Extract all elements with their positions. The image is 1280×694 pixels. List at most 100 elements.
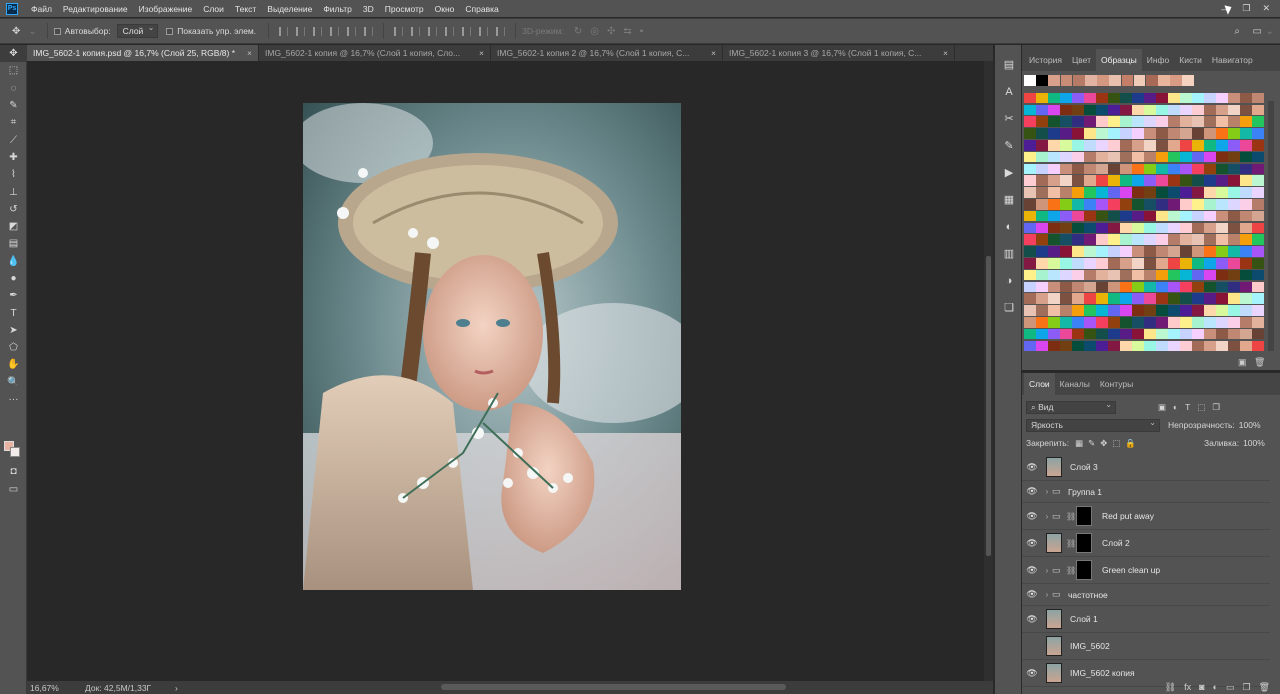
color-swatch[interactable] [1024,151,1036,163]
color-swatch[interactable] [1048,281,1060,293]
screen-mode-icon[interactable]: ▭ [0,481,27,498]
color-swatch[interactable] [1180,222,1192,234]
color-swatch[interactable] [1024,316,1036,328]
color-swatch[interactable] [1132,163,1144,175]
color-swatch[interactable] [1240,222,1252,234]
color-swatch[interactable] [1120,234,1132,245]
color-swatch[interactable] [1252,293,1264,304]
path-select-icon[interactable]: ➤ [0,322,27,339]
marquee-icon[interactable]: ⬚ [0,62,27,79]
color-swatch[interactable] [1192,234,1204,245]
eraser-icon[interactable]: ◩ [0,218,27,235]
color-swatch[interactable] [1072,257,1084,269]
mask-thumbnail[interactable] [1076,533,1092,553]
layer-name[interactable]: частотное [1068,590,1108,600]
color-swatch[interactable] [1240,305,1252,316]
color-swatch[interactable] [1168,316,1180,328]
show-transform-checkbox[interactable]: Показать упр. элем. [166,26,256,36]
visibility-eye-icon[interactable]: 👁 [1022,641,1042,652]
color-swatch[interactable] [1240,104,1252,116]
color-swatch[interactable] [1228,222,1240,234]
color-swatch[interactable] [1048,293,1060,304]
color-swatch[interactable] [1192,116,1204,127]
color-swatch[interactable] [1180,198,1192,210]
color-swatch[interactable] [1252,281,1264,293]
color-swatch[interactable] [1216,92,1228,104]
color-swatch[interactable] [1240,269,1252,281]
color-swatch[interactable] [1120,175,1132,186]
color-swatch[interactable] [1108,234,1120,245]
color-swatch[interactable] [1156,281,1168,293]
color-swatch[interactable] [1228,175,1240,186]
color-swatch[interactable] [1216,104,1228,116]
menu-window[interactable]: Окно [430,4,461,14]
mask-thumbnail[interactable] [1076,506,1092,526]
color-swatch[interactable] [1036,175,1048,186]
color-swatch[interactable] [1252,234,1264,245]
color-swatch[interactable] [1216,222,1228,234]
color-swatch[interactable] [1180,187,1192,198]
tools-preset-icon[interactable]: ✂ [995,105,1023,132]
color-swatch[interactable] [1240,257,1252,269]
visibility-eye-icon[interactable]: 👁 [1022,486,1042,497]
color-swatch[interactable] [1072,281,1084,293]
color-swatch[interactable] [1156,187,1168,198]
color-swatch[interactable] [1168,328,1180,340]
workspace-icon[interactable]: ▭ [1253,26,1262,37]
color-swatch[interactable] [1156,222,1168,234]
menu-file[interactable]: Файл [26,4,58,14]
color-swatch[interactable] [1144,116,1156,127]
color-swatch[interactable] [1096,104,1108,116]
color-swatch[interactable] [1084,163,1096,175]
vertical-scrollbar[interactable] [984,61,993,681]
close-tab-icon[interactable]: × [711,48,716,58]
lasso-icon[interactable]: ◌ [0,80,27,97]
color-swatch[interactable] [1084,316,1096,328]
color-swatch[interactable] [1060,328,1072,340]
color-swatch[interactable] [1204,198,1216,210]
color-swatch[interactable] [1036,222,1048,234]
color-swatch[interactable] [1132,234,1144,245]
color-swatch[interactable] [1228,281,1240,293]
color-swatch[interactable] [1204,281,1216,293]
color-swatch[interactable] [1156,234,1168,245]
filter-smart-icon[interactable]: ❐ [1212,402,1220,413]
color-swatch[interactable] [1096,305,1108,316]
color-swatch[interactable] [1060,234,1072,245]
filter-shape-icon[interactable]: ⬚ [1197,402,1205,413]
color-swatch[interactable] [1168,151,1180,163]
color-swatch[interactable] [1084,257,1096,269]
color-swatch[interactable] [1084,116,1096,127]
checkbox-box[interactable] [53,27,61,35]
adjustment-layer-icon[interactable]: ◐ [1213,682,1218,692]
zoom-level[interactable]: 16,67% [30,683,85,693]
visibility-eye-icon[interactable]: 👁 [1022,462,1042,473]
color-swatch[interactable] [1192,269,1204,281]
color-swatch[interactable] [1084,222,1096,234]
color-swatch[interactable] [1024,234,1036,245]
color-swatch[interactable] [1156,151,1168,163]
color-swatch[interactable] [1132,281,1144,293]
histogram-icon[interactable]: ▦ [995,186,1023,213]
visibility-eye-icon[interactable]: 👁 [1022,668,1042,679]
color-swatch[interactable] [1108,151,1120,163]
layer-name[interactable]: Red put away [1102,511,1154,521]
color-swatch[interactable] [1204,305,1216,316]
color-swatch[interactable] [1096,163,1108,175]
move-tool-icon[interactable]: ✥ [12,26,20,37]
color-swatch[interactable] [1084,187,1096,198]
color-swatch[interactable] [1060,246,1072,257]
color-swatch[interactable] [1192,210,1204,222]
expand-chevron-icon[interactable]: › [1042,590,1052,599]
color-swatch[interactable] [1216,316,1228,328]
color-swatch[interactable] [1096,269,1108,281]
color-swatch[interactable] [1060,222,1072,234]
color-swatch[interactable] [1228,187,1240,198]
color-swatch[interactable] [1024,246,1036,257]
stamp-icon[interactable]: ⊥ [0,183,27,200]
checkbox-box[interactable] [166,27,174,35]
color-swatch[interactable] [1144,104,1156,116]
drag-3d-icon[interactable]: ✣ [607,26,615,37]
color-swatch[interactable] [1120,128,1132,139]
color-swatch[interactable] [1072,198,1084,210]
